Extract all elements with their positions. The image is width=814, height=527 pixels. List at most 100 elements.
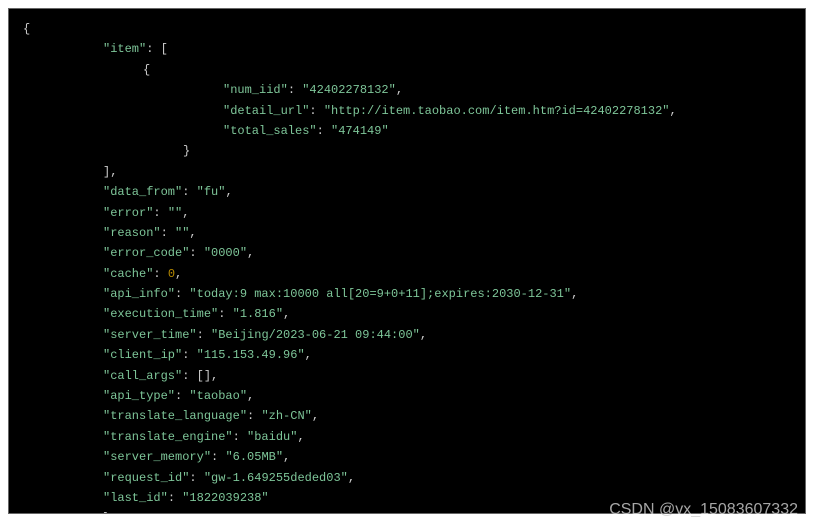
- json-value: "": [175, 226, 189, 240]
- json-punct: :: [247, 409, 261, 423]
- json-key: "data_from": [103, 185, 182, 199]
- code-line: "client_ip": "115.153.49.96",: [23, 345, 791, 365]
- code-line: "api_info": "today:9 max:10000 all[20=9+…: [23, 284, 791, 304]
- json-punct: :: [189, 246, 203, 260]
- code-line: }: [23, 141, 791, 161]
- json-value: "gw-1.649255deded03": [204, 471, 348, 485]
- json-value: "1822039238": [182, 491, 268, 505]
- json-comma: ,: [247, 389, 254, 403]
- json-key: "translate_engine": [103, 430, 233, 444]
- code-line: "detail_url": "http://item.taobao.com/it…: [23, 101, 791, 121]
- json-key: "api_type": [103, 389, 175, 403]
- json-comma: ,: [175, 267, 182, 281]
- code-line: "translate_language": "zh-CN",: [23, 406, 791, 426]
- code-line: "server_memory": "6.05MB",: [23, 447, 791, 467]
- json-key: "num_iid": [223, 83, 288, 97]
- json-value: "today:9 max:10000 all[20=9+0+11];expire…: [189, 287, 571, 301]
- json-punct: :: [197, 328, 211, 342]
- json-value: "zh-CN": [261, 409, 311, 423]
- json-value: "fu": [197, 185, 226, 199]
- json-key: "api_info": [103, 287, 175, 301]
- code-line: {: [23, 60, 791, 80]
- json-comma: ,: [189, 226, 196, 240]
- json-key: "total_sales": [223, 124, 317, 138]
- code-line: "request_id": "gw-1.649255deded03",: [23, 468, 791, 488]
- json-key: "server_memory": [103, 450, 211, 464]
- json-key: "execution_time": [103, 307, 218, 321]
- json-key: "client_ip": [103, 348, 182, 362]
- json-comma: ,: [571, 287, 578, 301]
- code-line: "last_id": "1822039238": [23, 488, 791, 508]
- json-key: "detail_url": [223, 104, 309, 118]
- json-comma: ,: [225, 185, 232, 199]
- json-punct: :: [168, 491, 182, 505]
- json-key: "cache": [103, 267, 153, 281]
- json-punct: :: [182, 369, 196, 383]
- json-punct: :: [182, 348, 196, 362]
- json-key: "request_id": [103, 471, 189, 485]
- json-value: 0: [168, 267, 175, 281]
- json-key: "translate_language": [103, 409, 247, 423]
- json-key: "reason": [103, 226, 161, 240]
- json-comma: ,: [396, 83, 403, 97]
- json-value: "115.153.49.96": [197, 348, 305, 362]
- json-punct: :: [309, 104, 323, 118]
- json-value: "474149": [331, 124, 389, 138]
- json-comma: ,: [247, 246, 254, 260]
- json-punct: :: [182, 185, 196, 199]
- code-line: "call_args": [],: [23, 366, 791, 386]
- json-comma: ,: [283, 307, 290, 321]
- code-line: "num_iid": "42402278132",: [23, 80, 791, 100]
- code-line: ],: [23, 162, 791, 182]
- code-line: "execution_time": "1.816",: [23, 304, 791, 324]
- json-key: "server_time": [103, 328, 197, 342]
- json-punct: :: [211, 450, 225, 464]
- json-punct: :: [288, 83, 302, 97]
- json-comma: ,: [182, 206, 189, 220]
- json-punct: :: [161, 226, 175, 240]
- json-value: "1.816": [233, 307, 283, 321]
- json-key: "item": [103, 42, 146, 56]
- code-line: "error": "",: [23, 203, 791, 223]
- code-line: "error_code": "0000",: [23, 243, 791, 263]
- brace-open: {: [143, 63, 150, 77]
- json-value: "": [168, 206, 182, 220]
- json-value: "baidu": [247, 430, 297, 444]
- code-line: "server_time": "Beijing/2023-06-21 09:44…: [23, 325, 791, 345]
- code-line: "data_from": "fu",: [23, 182, 791, 202]
- json-value: []: [197, 369, 211, 383]
- json-value: "42402278132": [302, 83, 396, 97]
- code-line: "cache": 0,: [23, 264, 791, 284]
- json-comma: ,: [211, 369, 218, 383]
- brace-close: }: [103, 511, 110, 514]
- code-line: "reason": "",: [23, 223, 791, 243]
- json-punct: :: [175, 389, 189, 403]
- json-value: "0000": [204, 246, 247, 260]
- json-punct: :: [153, 267, 167, 281]
- code-line: "translate_engine": "baidu",: [23, 427, 791, 447]
- code-block: { "item": [ { "num_iid": "42402278132", …: [8, 8, 806, 514]
- code-line: }: [23, 508, 791, 514]
- json-comma: ,: [312, 409, 319, 423]
- json-value: "6.05MB": [225, 450, 283, 464]
- json-key: "call_args": [103, 369, 182, 383]
- code-line: "api_type": "taobao",: [23, 386, 791, 406]
- json-comma: ,: [348, 471, 355, 485]
- json-punct: :: [189, 471, 203, 485]
- code-line: "item": [: [23, 39, 791, 59]
- json-punct: :: [218, 307, 232, 321]
- json-comma: ,: [669, 104, 676, 118]
- json-key: "error": [103, 206, 153, 220]
- json-value: "Beijing/2023-06-21 09:44:00": [211, 328, 420, 342]
- json-punct: ],: [103, 165, 117, 179]
- brace-close: }: [183, 144, 190, 158]
- json-value: "taobao": [189, 389, 247, 403]
- json-punct: : [: [146, 42, 168, 56]
- json-comma: ,: [283, 450, 290, 464]
- json-value: "http://item.taobao.com/item.htm?id=4240…: [324, 104, 670, 118]
- json-punct: :: [317, 124, 331, 138]
- json-punct: :: [153, 206, 167, 220]
- json-punct: :: [233, 430, 247, 444]
- json-punct: :: [175, 287, 189, 301]
- json-comma: ,: [305, 348, 312, 362]
